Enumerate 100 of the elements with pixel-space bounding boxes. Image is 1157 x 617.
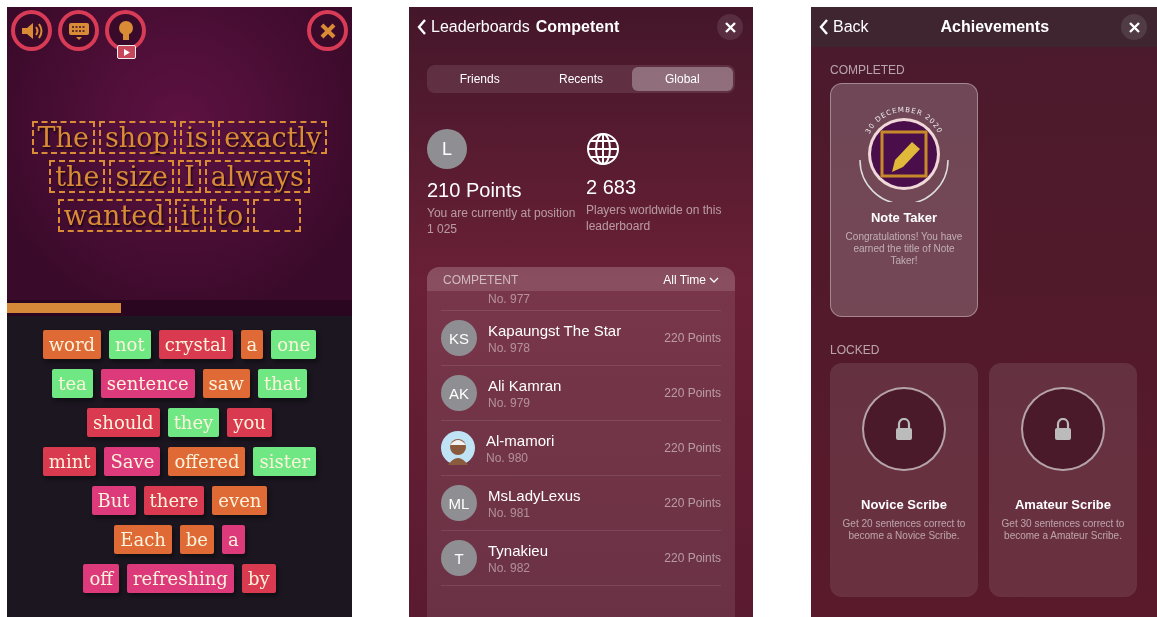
player-points: 220 Points bbox=[664, 386, 721, 400]
player-row[interactable]: T Tynakieu No. 982 220 Points bbox=[441, 531, 721, 586]
player-row[interactable]: ML MsLadyLexus No. 981 220 Points bbox=[441, 476, 721, 531]
achievement-description: Get 20 sentences correct to become a Novice Scribe. bbox=[841, 518, 967, 542]
word-slot[interactable]: is bbox=[179, 120, 215, 154]
lock-icon bbox=[895, 418, 913, 440]
section-label: COMPLETED bbox=[829, 62, 906, 79]
word-slot[interactable]: I bbox=[178, 159, 201, 193]
word-slot[interactable]: shop bbox=[98, 120, 176, 154]
word-slot[interactable]: size bbox=[109, 159, 175, 193]
back-icon bbox=[819, 19, 829, 35]
players-count: 2 683 bbox=[586, 176, 638, 199]
achievement-title: Novice Scribe bbox=[861, 497, 947, 512]
achievement-card[interactable]: Novice Scribe Get 20 sentences correct to become a Novice Scribe. bbox=[830, 363, 978, 597]
rank-number: No. 979 bbox=[488, 395, 532, 410]
sound-button[interactable] bbox=[11, 10, 52, 51]
player-name: Ali Kamran bbox=[488, 376, 563, 394]
player-points: 220 Points bbox=[664, 441, 721, 455]
screen-title: Achievements bbox=[939, 18, 1051, 36]
tab[interactable]: Recents bbox=[530, 67, 632, 91]
word-tile[interactable]: even bbox=[212, 486, 268, 515]
play-icon bbox=[123, 48, 130, 56]
word-slot[interactable]: it bbox=[174, 198, 207, 232]
avatar: L bbox=[427, 129, 467, 169]
points-value: 210 Points bbox=[427, 179, 523, 202]
chevron-down-icon bbox=[709, 277, 719, 283]
speaker-icon bbox=[19, 20, 44, 41]
avatar: KS bbox=[441, 320, 477, 356]
word-tile[interactable]: you bbox=[227, 408, 272, 437]
word-slot[interactable]: always bbox=[204, 159, 310, 193]
word-tile[interactable]: off bbox=[83, 564, 119, 593]
hint-button[interactable] bbox=[105, 10, 146, 51]
player-points: 220 Points bbox=[664, 331, 721, 345]
back-link[interactable]: Back bbox=[819, 18, 869, 36]
word-tile[interactable]: should bbox=[87, 408, 160, 437]
player-name: MsLadyLexus bbox=[488, 486, 582, 504]
lightbulb-icon bbox=[116, 19, 135, 42]
globe-icon bbox=[586, 132, 620, 166]
rank-number: No. 978 bbox=[488, 340, 532, 355]
rank-number: No. 981 bbox=[488, 505, 532, 520]
avatar: AK bbox=[441, 375, 477, 411]
time-filter-dropdown[interactable]: All Time bbox=[663, 273, 719, 287]
word-tile[interactable]: mint bbox=[42, 447, 97, 476]
word-tile[interactable]: be bbox=[179, 525, 214, 554]
word-tile[interactable]: a bbox=[222, 525, 245, 554]
rank-number: No. 980 bbox=[486, 450, 530, 465]
player-row[interactable]: KS Kapaungst The Star No. 978 220 Points bbox=[441, 311, 721, 366]
word-tile[interactable]: there bbox=[143, 486, 205, 515]
empty-word-slot[interactable] bbox=[253, 198, 302, 232]
word-tile[interactable]: by bbox=[241, 564, 276, 593]
keyboard-button[interactable] bbox=[58, 10, 99, 51]
achievement-title: Amateur Scribe bbox=[1014, 497, 1112, 512]
achievement-title: Note Taker bbox=[870, 210, 938, 225]
player-name: Kapaungst The Star bbox=[488, 321, 623, 339]
word-tile[interactable]: word bbox=[42, 330, 101, 359]
avatar: ML bbox=[441, 485, 477, 521]
lock-icon bbox=[1054, 418, 1072, 440]
word-tile[interactable]: Save bbox=[104, 447, 161, 476]
screen-title: Competent bbox=[535, 18, 620, 36]
word-tile[interactable]: sentence bbox=[100, 369, 195, 398]
word-tile[interactable]: Each bbox=[114, 525, 172, 554]
word-tile[interactable]: crystal bbox=[158, 330, 233, 359]
avatar: T bbox=[441, 540, 477, 576]
achievement-description: Get 30 sentences correct to become a Amateur Scribe. bbox=[1000, 518, 1126, 542]
word-slot[interactable]: exactly bbox=[218, 120, 328, 154]
player-points: 220 Points bbox=[664, 496, 721, 510]
player-name: Al-mamori bbox=[486, 431, 556, 449]
close-icon bbox=[1128, 21, 1140, 33]
player-name: Tynakieu bbox=[488, 541, 550, 559]
player-points: 220 Points bbox=[664, 551, 721, 565]
player-row[interactable]: Al-mamori No. 980 220 Points bbox=[441, 421, 721, 476]
rank-number: No. 977 bbox=[488, 292, 532, 306]
achievement-card[interactable]: Amateur Scribe Get 30 sentences correct to become a Amateur Scribe. bbox=[989, 363, 1137, 597]
close-button[interactable] bbox=[717, 14, 743, 40]
players-caption: Players worldwide on this leaderboard bbox=[586, 202, 723, 234]
back-link[interactable]: Leaderboards bbox=[417, 18, 530, 36]
section-label: LOCKED bbox=[829, 342, 881, 359]
close-icon bbox=[319, 22, 336, 39]
word-tile[interactable]: saw bbox=[202, 369, 250, 398]
word-tile[interactable]: But bbox=[91, 486, 136, 515]
close-button[interactable] bbox=[1121, 14, 1147, 40]
section-label: COMPETENT bbox=[443, 273, 519, 287]
word-slot[interactable]: The bbox=[31, 120, 95, 154]
word-slot[interactable]: wanted bbox=[57, 198, 171, 232]
keyboard-icon bbox=[67, 20, 90, 41]
close-button[interactable] bbox=[307, 10, 348, 51]
word-slot[interactable]: to bbox=[210, 198, 250, 232]
position-caption: You are currently at position 1 025 bbox=[427, 205, 576, 237]
close-icon bbox=[724, 21, 736, 33]
word-tile[interactable]: refreshing bbox=[127, 564, 234, 593]
player-row[interactable]: AK Ali Kamran No. 979 220 Points bbox=[441, 366, 721, 421]
word-slot[interactable]: the bbox=[49, 159, 106, 193]
achievement-description: Congratulations! You have earned the title of Note Taker! bbox=[844, 231, 964, 267]
tab[interactable]: Friends bbox=[429, 67, 531, 91]
rank-number: No. 982 bbox=[488, 560, 532, 575]
person-avatar-icon bbox=[441, 431, 475, 465]
word-tile[interactable]: a bbox=[240, 330, 264, 359]
back-icon bbox=[417, 19, 427, 35]
word-tile[interactable]: offered bbox=[168, 447, 246, 476]
tab[interactable]: Global bbox=[631, 67, 733, 91]
